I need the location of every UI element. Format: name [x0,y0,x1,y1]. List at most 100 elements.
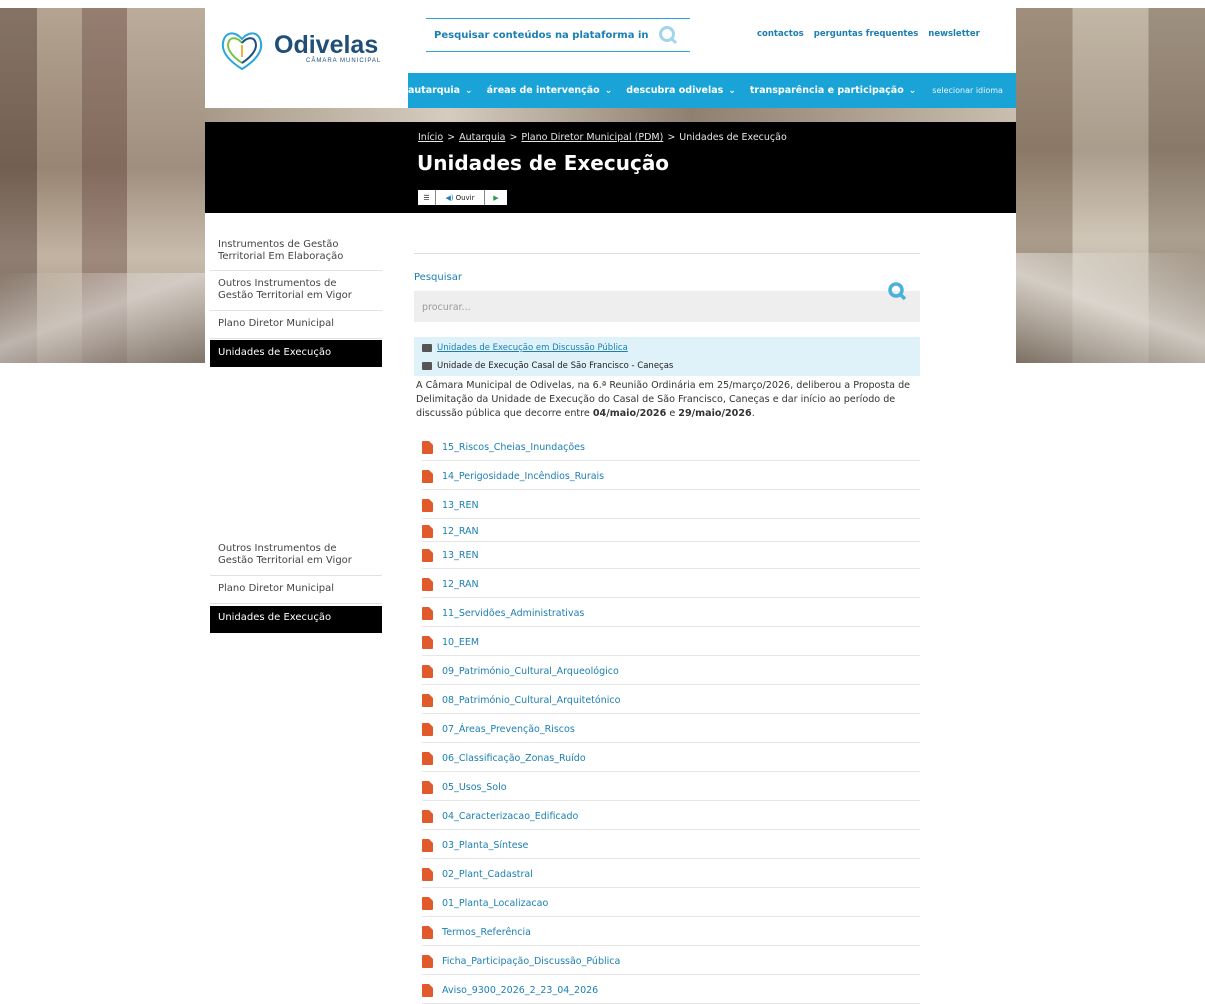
description: A Câmara Municipal de Odivelas, na 6.ª R… [416,380,911,419]
nav-areas-intervencao[interactable]: áreas de intervenção ⌄ [487,85,613,96]
folder-icon [422,362,432,370]
pdf-icon [422,780,433,794]
chevron-down-icon: ⌄ [908,85,917,96]
file-link[interactable]: 13_REN [422,492,920,519]
background-stone-left [0,8,205,363]
date-end: 29/maio/2026 [678,408,752,419]
file-link[interactable]: 14_Perigosidade_Incêndios_Rurais [422,463,920,490]
pdf-icon [422,983,433,997]
sidebar-item-pdm[interactable]: Plano Diretor Municipal [210,318,382,339]
listen-button[interactable]: ◀) Ouvir [436,190,485,205]
file-name: 05_Usos_Solo [442,781,507,793]
search-label: Pesquisar [414,272,462,283]
sidebar-item-unidades-execucao[interactable]: Unidades de Execução [210,606,382,633]
nav-descubra-odivelas[interactable]: descubra odivelas ⌄ [626,85,736,96]
pdf-icon [422,925,433,939]
divider [414,253,920,254]
breadcrumb-autarquia[interactable]: Autarquia [459,132,505,143]
file-link[interactable]: 13_REN [422,542,920,569]
search-input[interactable]: procurar... [414,291,920,322]
breadcrumb-inicio[interactable]: Início [418,132,443,143]
pdf-icon [422,606,433,620]
breadcrumb-separator: > [447,132,456,143]
sidebar-item-outros-instrumentos[interactable]: Outros Instrumentos de Gestão Territoria… [210,543,382,576]
background-stone-right [1016,8,1205,363]
search-placeholder: procurar... [422,302,471,313]
folder-breadcrumb: Unidades de Execução em Discussão Públic… [414,337,920,376]
file-name: 07_Áreas_Prevenção_Riscos [442,723,575,735]
pdf-icon [422,809,433,823]
pdf-icon [422,693,433,707]
file-name: 06_Classificação_Zonas_Ruído [442,752,586,764]
file-name: 01_Planta_Localizacao [442,897,549,909]
file-link[interactable]: 04_Caracterizacao_Edificado [422,803,920,830]
sidebar-item-pdm[interactable]: Plano Diretor Municipal [210,583,382,604]
language-selector[interactable]: selecionar idioma [932,86,1003,95]
file-name: 08_Património_Cultural_Arquitetónico [442,694,621,706]
file-link[interactable]: 02_Plant_Cadastral [422,861,920,888]
file-link[interactable]: 11_Servidões_Administrativas [422,600,920,627]
pdf-icon [422,440,433,454]
pdf-icon [422,664,433,678]
pdf-icon [422,548,433,562]
header-search-input[interactable]: Pesquisar conteúdos na plataforma inte [434,30,648,41]
speaker-icon: ◀) [445,193,454,202]
file-name: 11_Servidões_Administrativas [442,607,585,619]
folder-parent-link[interactable]: Unidades de Execução em Discussão Públic… [422,343,628,353]
sidebar-item-outros-instrumentos[interactable]: Outros Instrumentos de Gestão Territoria… [210,278,382,311]
file-link[interactable]: 08_Património_Cultural_Arquitetónico [422,687,920,714]
chevron-down-icon: ⌄ [728,85,736,96]
link-contactos[interactable]: contactos [757,29,804,39]
background-stone-band [205,108,1016,122]
link-perguntas-frequentes[interactable]: perguntas frequentes [814,29,919,39]
breadcrumb-current: Unidades de Execução [679,132,787,143]
sidebar-item-em-elaboracao[interactable]: Instrumentos de Gestão Territorial Em El… [210,238,382,271]
pdf-icon [422,867,433,881]
file-link[interactable]: 07_Áreas_Prevenção_Riscos [422,716,920,743]
file-link[interactable]: Aviso_9300_2026_2_23_04_2026 [422,977,920,1004]
file-name: 14_Perigosidade_Incêndios_Rurais [442,470,605,482]
nav-autarquia[interactable]: autarquia ⌄ [408,85,473,96]
file-name: 02_Plant_Cadastral [442,868,533,880]
chevron-down-icon: ⌄ [465,85,473,96]
file-name: 10_EEM [442,636,480,648]
logo[interactable]: Odivelas CÂMARA MUNICIPAL [218,25,381,71]
sidebar-item-unidades-execucao[interactable]: Unidades de Execução [210,340,382,367]
pdf-icon [422,954,433,968]
file-link[interactable]: 12_RAN [422,571,920,598]
menu-icon[interactable]: ☰ [418,190,436,205]
nav-transparencia[interactable]: transparência e participação ⌄ [750,85,916,96]
file-link[interactable]: Termos_Referência [422,919,920,946]
header-search[interactable]: Pesquisar conteúdos na plataforma inte [426,18,690,52]
search-icon[interactable] [658,25,678,45]
pdf-icon [422,635,433,649]
breadcrumb-pdm[interactable]: Plano Diretor Municipal (PDM) [521,132,663,143]
logo-mark-icon [221,32,263,71]
link-newsletter[interactable]: newsletter [928,29,980,39]
file-link[interactable]: 01_Planta_Localizacao [422,890,920,917]
file-name: Ficha_Participação_Discussão_Pública [442,955,621,967]
play-icon[interactable]: ▶ [485,190,507,205]
date-start: 04/maio/2026 [592,408,667,419]
logo-title: Odivelas [274,31,379,59]
pdf-icon [422,751,433,765]
file-link[interactable]: 15_Riscos_Cheias_Inundações [422,434,920,461]
file-link[interactable]: 12_RAN [422,521,920,542]
file-link[interactable]: 10_EEM [422,629,920,656]
pdf-icon [422,577,433,591]
pdf-icon [422,524,433,538]
file-name: 15_Riscos_Cheias_Inundações [442,441,585,453]
file-link[interactable]: 09_Património_Cultural_Arqueológico [422,658,920,685]
chevron-down-icon: ⌄ [604,85,613,96]
pdf-icon [422,498,433,512]
file-name: Termos_Referência [442,926,531,938]
search-icon[interactable] [887,281,907,301]
audio-player: ☰ ◀) Ouvir ▶ [418,190,507,205]
pdf-icon [422,896,433,910]
file-link[interactable]: Ficha_Participação_Discussão_Pública [422,948,920,975]
file-name: Aviso_9300_2026_2_23_04_2026 [442,984,599,996]
file-link[interactable]: 03_Planta_Síntese [422,832,920,859]
file-link[interactable]: 05_Usos_Solo [422,774,920,801]
file-link[interactable]: 06_Classificação_Zonas_Ruído [422,745,920,772]
breadcrumb-separator: > [509,132,518,143]
